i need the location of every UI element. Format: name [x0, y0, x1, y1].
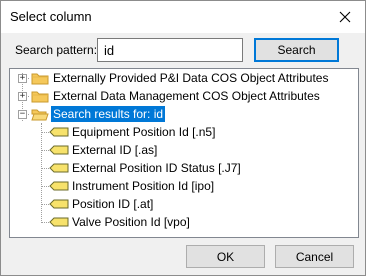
tree-leaf-result[interactable]: Valve Position Id [vpo] [10, 213, 350, 231]
expand-toggle[interactable]: + [18, 74, 27, 83]
attribute-tag-icon [49, 199, 69, 209]
tree-node-search-results[interactable]: − Search results for: id [10, 105, 350, 123]
tree-connector [41, 186, 49, 187]
tree-connector [41, 132, 49, 133]
search-input[interactable] [97, 38, 243, 62]
attribute-tag-icon [49, 217, 69, 227]
tree-leaf-label: External ID [.as] [72, 143, 158, 157]
tree-leaf-label: Position ID [.at] [72, 197, 154, 211]
tree-connector [41, 150, 49, 151]
cancel-button[interactable]: Cancel [275, 245, 354, 268]
tree-node-label: Search results for: id [51, 106, 166, 122]
tree-leaf-result[interactable]: Equipment Position Id [.n5] [10, 123, 350, 141]
tree-node-label: Externally Provided P&I Data COS Object … [53, 71, 329, 85]
attribute-tag-icon [49, 163, 69, 173]
expand-toggle[interactable]: + [18, 92, 27, 101]
tree-leaf-result[interactable]: External Position ID Status [.J7] [10, 159, 350, 177]
tree-leaf-result[interactable]: External ID [.as] [10, 141, 350, 159]
title-bar: Select column [1, 1, 365, 33]
tree-leaf-result[interactable]: Position ID [.at] [10, 195, 350, 213]
folder-icon [31, 73, 49, 85]
close-icon [339, 11, 351, 23]
attribute-tag-icon [49, 181, 69, 191]
tree-connector [41, 168, 49, 169]
tree-node-label: External Data Management COS Object Attr… [53, 89, 320, 103]
search-button[interactable]: Search [254, 38, 339, 62]
tree-node-external-data-mgmt[interactable]: + External Data Management COS Object At… [10, 87, 350, 105]
ok-button[interactable]: OK [186, 245, 265, 268]
folder-icon [31, 91, 49, 103]
tree-leaf-label: Instrument Position Id [ipo] [72, 179, 215, 193]
attribute-tag-icon [49, 127, 69, 137]
tree-connector [41, 222, 49, 223]
attribute-tag-icon [49, 145, 69, 155]
collapse-toggle[interactable]: − [18, 110, 27, 119]
tree-leaf-label: External Position ID Status [.J7] [72, 161, 241, 175]
tree-node-external-pid[interactable]: + Externally Provided P&I Data COS Objec… [10, 69, 350, 87]
tree-leaf-label: Valve Position Id [vpo] [72, 215, 190, 229]
tree-leaf-label: Equipment Position Id [.n5] [72, 125, 216, 139]
tree-connector [41, 204, 49, 205]
open-folder-icon [31, 109, 49, 121]
column-tree[interactable]: + Externally Provided P&I Data COS Objec… [9, 68, 359, 238]
close-button[interactable] [325, 1, 365, 33]
select-column-dialog: Select column Search pattern: Search + E… [0, 0, 366, 276]
search-pattern-label: Search pattern: [15, 43, 98, 57]
tree-leaf-result[interactable]: Instrument Position Id [ipo] [10, 177, 350, 195]
window-title: Select column [10, 9, 92, 24]
